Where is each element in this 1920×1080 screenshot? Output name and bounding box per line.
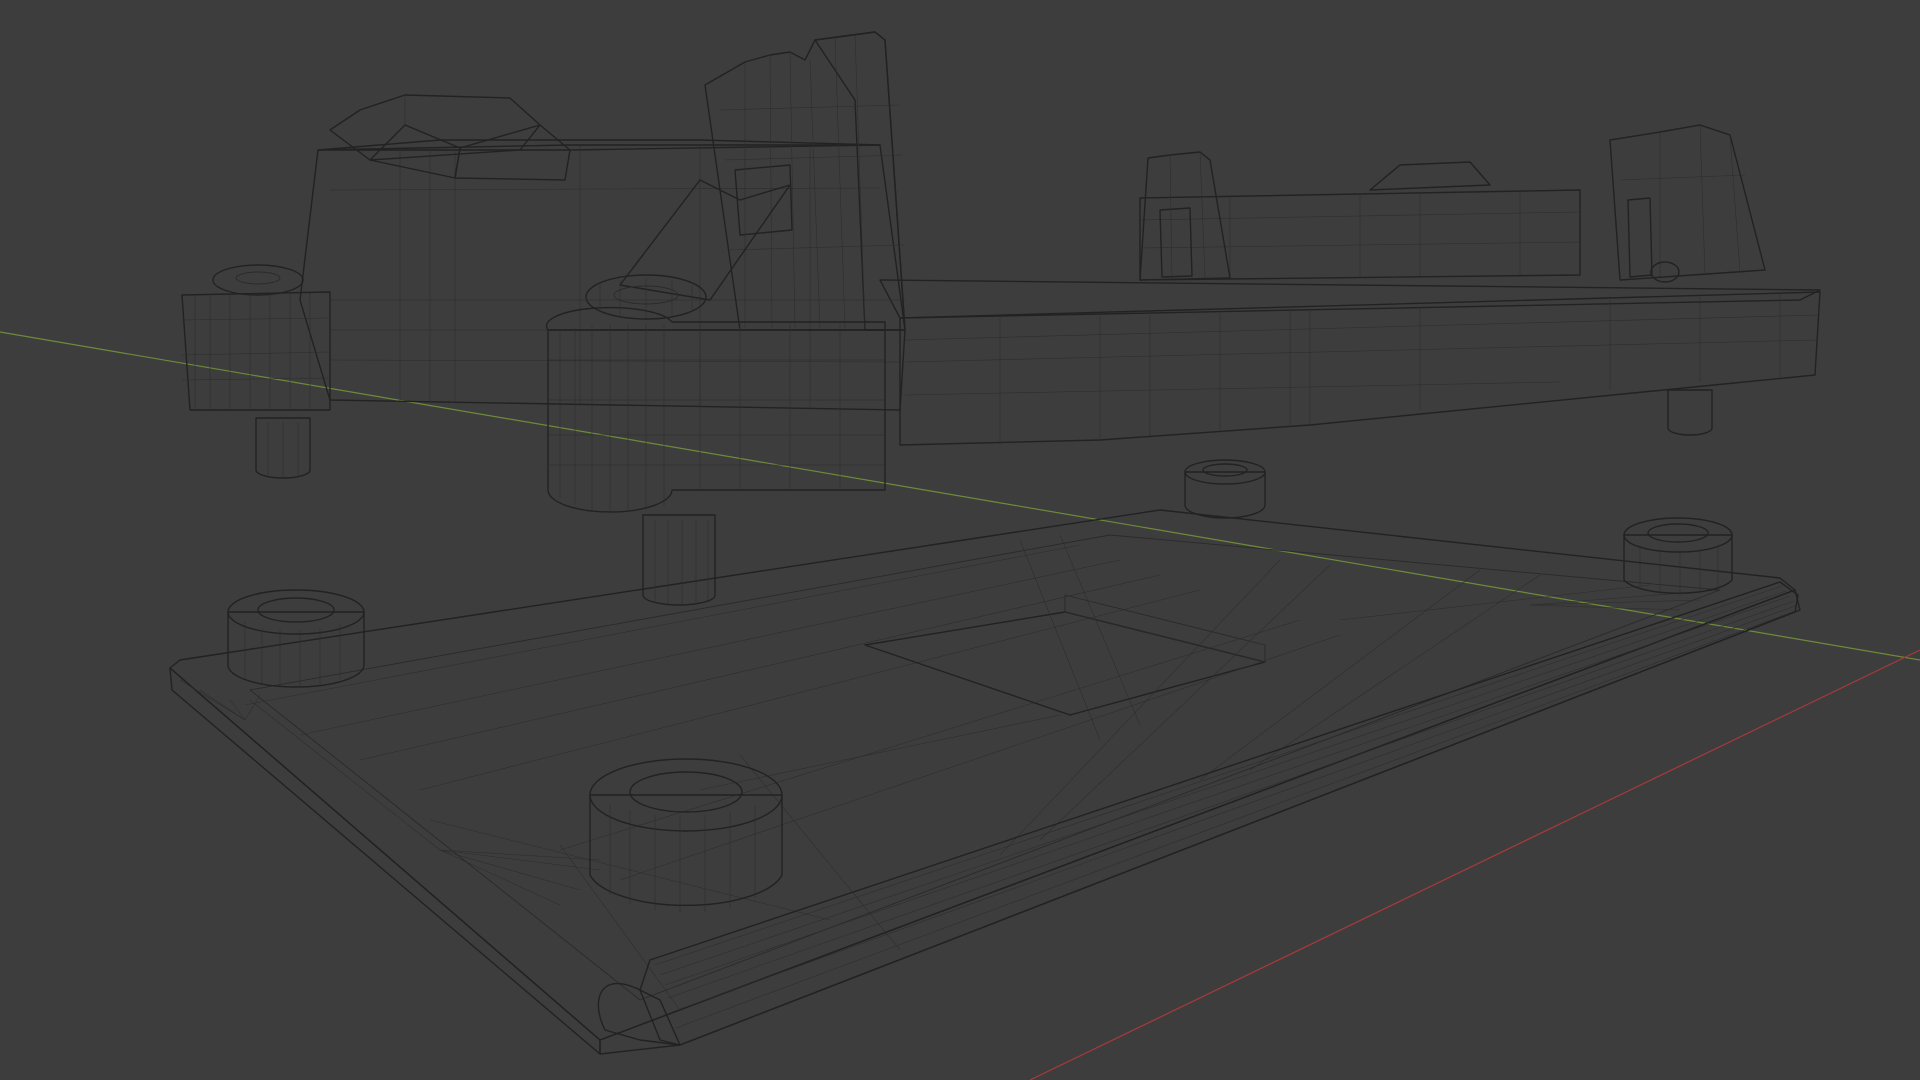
arm-top-surface bbox=[879, 279, 1821, 319]
base-plate-front-side bbox=[169, 667, 601, 1055]
post-front bbox=[642, 514, 716, 606]
boss-front-left bbox=[589, 758, 783, 912]
back-wall-wires bbox=[1139, 191, 1581, 278]
torus-back-left bbox=[212, 264, 304, 296]
nub-back-right bbox=[1650, 261, 1680, 283]
base-plate-square-hole bbox=[864, 611, 1266, 716]
boss-back-left bbox=[227, 589, 365, 688]
viewport-canvas[interactable] bbox=[0, 0, 1920, 1080]
back-hump bbox=[1369, 161, 1491, 191]
boss-back-right bbox=[1623, 517, 1733, 596]
3d-viewport[interactable] bbox=[0, 0, 1920, 1080]
arm-wire-lines bbox=[904, 294, 1819, 445]
body-front-face bbox=[299, 144, 906, 411]
left-hump bbox=[329, 94, 571, 181]
base-plate-inner-recess bbox=[249, 534, 1721, 1001]
left-ledge bbox=[181, 291, 331, 411]
base-plate-wire-lines bbox=[244, 534, 1651, 1011]
body-wire-lines bbox=[329, 145, 905, 408]
post-rear-right bbox=[1667, 389, 1713, 436]
x-axis-line bbox=[1029, 649, 1920, 1080]
bracket-front-left bbox=[619, 31, 906, 331]
y-axis-line bbox=[0, 331, 1920, 661]
hole-inner-wall bbox=[1064, 594, 1266, 663]
boss-back-center bbox=[1184, 459, 1266, 519]
base-plate-right-side bbox=[599, 589, 1801, 1055]
left-ledge-wires bbox=[181, 293, 331, 410]
base-plate[interactable] bbox=[169, 459, 1801, 1055]
post-rear-left bbox=[255, 417, 311, 479]
base-plate-rail bbox=[639, 581, 1799, 1046]
bracket-back-mid bbox=[1139, 151, 1231, 281]
front-cylinder-housing bbox=[545, 306, 886, 513]
upper-frame[interactable] bbox=[181, 31, 1821, 606]
bracket-back-right bbox=[1609, 124, 1766, 281]
